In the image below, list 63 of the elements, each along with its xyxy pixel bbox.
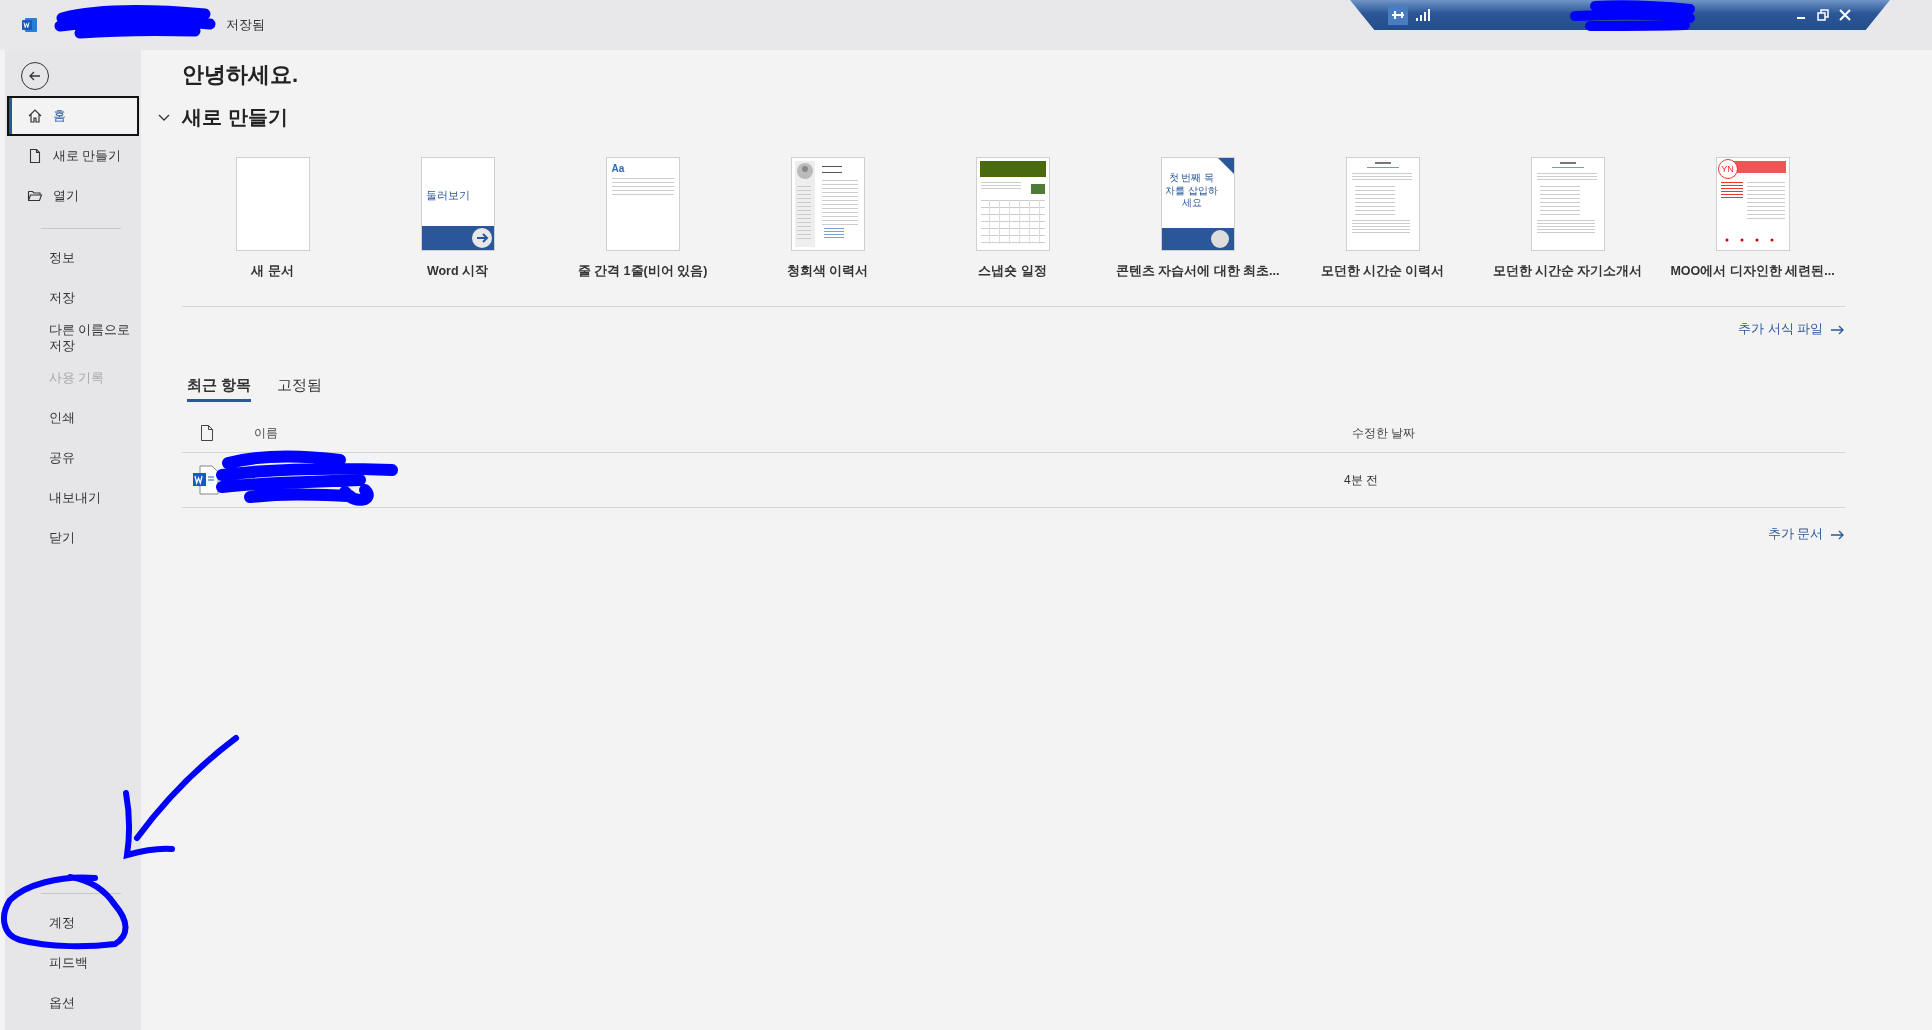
corner-ribbon-drawing — [1217, 158, 1234, 174]
sidebar-item[interactable]: 인쇄 — [5, 399, 141, 439]
thumbnail-text: 첫 번째 목차를 삽입하세요 — [1164, 172, 1219, 210]
nav-label: 홈 — [53, 107, 66, 125]
template-label: Word 시작 — [426, 263, 489, 280]
template-tile[interactable]: 둘러보기 Word 시작 — [365, 157, 550, 280]
pin-icon[interactable] — [1388, 5, 1408, 25]
thumbnail-text: Aa — [611, 163, 625, 174]
template-label: 청회색 이력서 — [786, 263, 869, 280]
restore-icon[interactable] — [1816, 8, 1830, 22]
column-header: 이름 — [254, 424, 279, 442]
thumbnail-text: 둘러보기 — [425, 188, 470, 203]
sidebar-nav-item[interactable]: 열기 — [7, 176, 139, 216]
template-tile[interactable]: 새 문서 — [180, 157, 365, 280]
word-app-icon — [22, 17, 38, 33]
monogram-badge: YN — [1717, 159, 1738, 179]
template-tile[interactable]: 모던한 시간순 이력서 — [1290, 157, 1475, 280]
document-icon — [27, 148, 43, 164]
template-tile[interactable]: 스냅숏 일정 — [920, 157, 1105, 280]
sidebar-nav-item[interactable]: 새로 만들기 — [7, 136, 139, 176]
sidebar-item[interactable]: 정보 — [5, 239, 141, 279]
home-icon — [27, 108, 43, 124]
tab[interactable]: 최근 항목 — [187, 376, 252, 402]
template-label: 새 문서 — [251, 263, 294, 280]
template-label: MOO에서 디자인한 세련된... — [1670, 263, 1835, 280]
column-header: 수정한 날짜 — [1352, 424, 1417, 442]
sidebar-item[interactable]: 저장 — [5, 279, 141, 319]
template-tile[interactable]: 청회색 이력서 — [735, 157, 920, 280]
section-toggle[interactable]: 새로 만들기 — [158, 104, 1845, 131]
signal-icon — [1416, 8, 1430, 22]
word-document-icon — [192, 465, 220, 495]
nav-label: 새로 만들기 — [53, 147, 122, 165]
more-templates-link[interactable]: 추가 서식 파일 — [1738, 321, 1845, 338]
template-label: 콘텐츠 자습서에 대한 최초... — [1115, 263, 1280, 280]
template-label: 모던한 시간순 자기소개서 — [1492, 263, 1643, 280]
folder-icon — [27, 188, 43, 204]
template-label: 모던한 시간순 이력서 — [1320, 263, 1445, 280]
template-tile[interactable]: 모던한 시간순 자기소개서 — [1475, 157, 1660, 280]
arrow-right-icon — [1831, 529, 1845, 540]
template-label: 스냅숏 일정 — [978, 263, 1047, 280]
tab[interactable]: 고정됨 — [277, 376, 323, 402]
arrow-right-icon — [1831, 324, 1845, 335]
template-tile[interactable]: YN MOO에서 디자인한 세련된... — [1660, 157, 1845, 280]
sidebar-item[interactable]: 공유 — [5, 439, 141, 479]
template-tile[interactable]: 첫 번째 목차를 삽입하세요 콘텐츠 자습서에 대한 최초... — [1105, 157, 1290, 280]
file-icon — [200, 425, 214, 441]
text-lines-drawing — [611, 178, 674, 195]
chevron-icon — [158, 113, 170, 122]
sidebar-item[interactable]: 내보내기 — [5, 479, 141, 519]
template-tile[interactable]: Aa 줄 간격 1줄(비어 있음) — [550, 157, 735, 280]
modified-date-cell-text: 4분 전 — [1344, 471, 1379, 489]
sidebar-item[interactable]: 닫기 — [5, 519, 141, 559]
sidebar-item[interactable]: 계정 — [5, 904, 141, 944]
sidebar-item[interactable]: 옵션 — [5, 984, 141, 1024]
close-icon[interactable] — [1838, 8, 1852, 22]
sidebar-nav-item[interactable]: 홈 — [7, 96, 139, 136]
greeting-heading: 안녕하세요. — [182, 61, 300, 89]
nav-label: 열기 — [53, 187, 79, 205]
sidebar-item[interactable]: 피드백 — [5, 944, 141, 984]
more-documents-link[interactable]: 추가 문서 — [1767, 526, 1845, 543]
sidebar-item[interactable]: 다른 이름으로 저장 — [5, 319, 141, 359]
save-status: 저장됨 — [226, 16, 265, 34]
template-label: 줄 간격 1줄(비어 있음) — [577, 263, 708, 280]
